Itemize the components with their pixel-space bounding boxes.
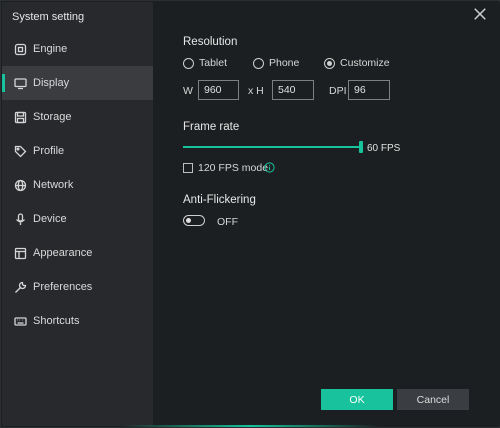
frame-rate-slider-track[interactable] (183, 146, 361, 148)
radio-circle (183, 57, 194, 69)
microphone-icon (13, 212, 27, 226)
radio-label: Phone (269, 57, 300, 69)
close-icon[interactable] (473, 7, 487, 21)
gear-icon (13, 42, 27, 56)
sidebar-item-label: Display (33, 77, 70, 89)
radio-tablet[interactable]: Tablet (183, 57, 227, 69)
anti-flickering-toggle[interactable] (183, 215, 205, 226)
radio-phone[interactable]: Phone (253, 57, 299, 69)
anti-flickering-title: Anti-Flickering (183, 194, 256, 206)
radio-label: Tablet (199, 57, 228, 69)
dpi-input[interactable]: 96 (348, 80, 390, 100)
globe-icon (13, 178, 27, 192)
width-label: W (183, 85, 193, 97)
sidebar-item-display[interactable]: Display (2, 66, 153, 100)
frame-rate-title: Frame rate (183, 121, 240, 133)
display-settings-panel: Resolution Tablet Phone Customize W 960 … (153, 2, 500, 426)
window-title: System setting (12, 11, 85, 23)
tag-icon (13, 144, 27, 158)
sidebar-item-engine[interactable]: Engine (2, 32, 153, 66)
resolution-title: Resolution (183, 36, 238, 48)
radio-customize[interactable]: Customize (324, 57, 390, 69)
disk-icon (13, 110, 27, 124)
keyboard-icon (13, 314, 27, 328)
sidebar-item-appearance[interactable]: Appearance (2, 236, 153, 270)
height-label: x H (248, 85, 264, 97)
toggle-knob (186, 218, 191, 223)
sidebar-item-label: Device (33, 213, 67, 225)
sidebar-item-label: Network (33, 179, 74, 191)
ok-button[interactable]: OK (321, 389, 393, 410)
sidebar-item-label: Shortcuts (33, 315, 80, 327)
radio-circle (253, 57, 264, 69)
radio-circle-selected (324, 57, 335, 69)
bottom-accent-line (120, 425, 380, 427)
fps120-checkbox[interactable] (183, 163, 193, 173)
sidebar-item-preferences[interactable]: Preferences (2, 270, 153, 304)
sidebar-item-label: Profile (33, 145, 65, 157)
fps120-label: 120 FPS mode (198, 162, 269, 174)
sidebar-item-profile[interactable]: Profile (2, 134, 153, 168)
info-icon[interactable] (264, 162, 275, 173)
monitor-icon (13, 76, 27, 90)
sidebar-item-device[interactable]: Device (2, 202, 153, 236)
frame-rate-slider-thumb[interactable] (359, 141, 363, 153)
sidebar-item-label: Storage (33, 111, 72, 123)
sidebar-item-label: Appearance (33, 247, 93, 259)
appearance-icon (13, 246, 27, 260)
sidebar: System setting Engine Display Storage Pr… (2, 2, 153, 426)
sidebar-item-storage[interactable]: Storage (2, 100, 153, 134)
sidebar-item-network[interactable]: Network (2, 168, 153, 202)
wrench-icon (13, 280, 27, 294)
sidebar-item-label: Engine (33, 43, 68, 55)
sidebar-item-shortcuts[interactable]: Shortcuts (2, 304, 153, 338)
radio-label: Customize (340, 57, 390, 69)
settings-window: System setting Engine Display Storage Pr… (0, 0, 500, 428)
radio-dot (327, 60, 332, 66)
cancel-button[interactable]: Cancel (397, 389, 469, 410)
anti-flickering-state: OFF (217, 216, 238, 228)
height-input[interactable]: 540 (272, 80, 314, 100)
sidebar-item-label: Preferences (33, 281, 93, 293)
frame-rate-value: 60 FPS (367, 143, 401, 154)
width-input[interactable]: 960 (198, 80, 239, 100)
sidebar-nav: Engine Display Storage Profile Network D… (2, 32, 153, 338)
dpi-label: DPI (329, 85, 347, 97)
